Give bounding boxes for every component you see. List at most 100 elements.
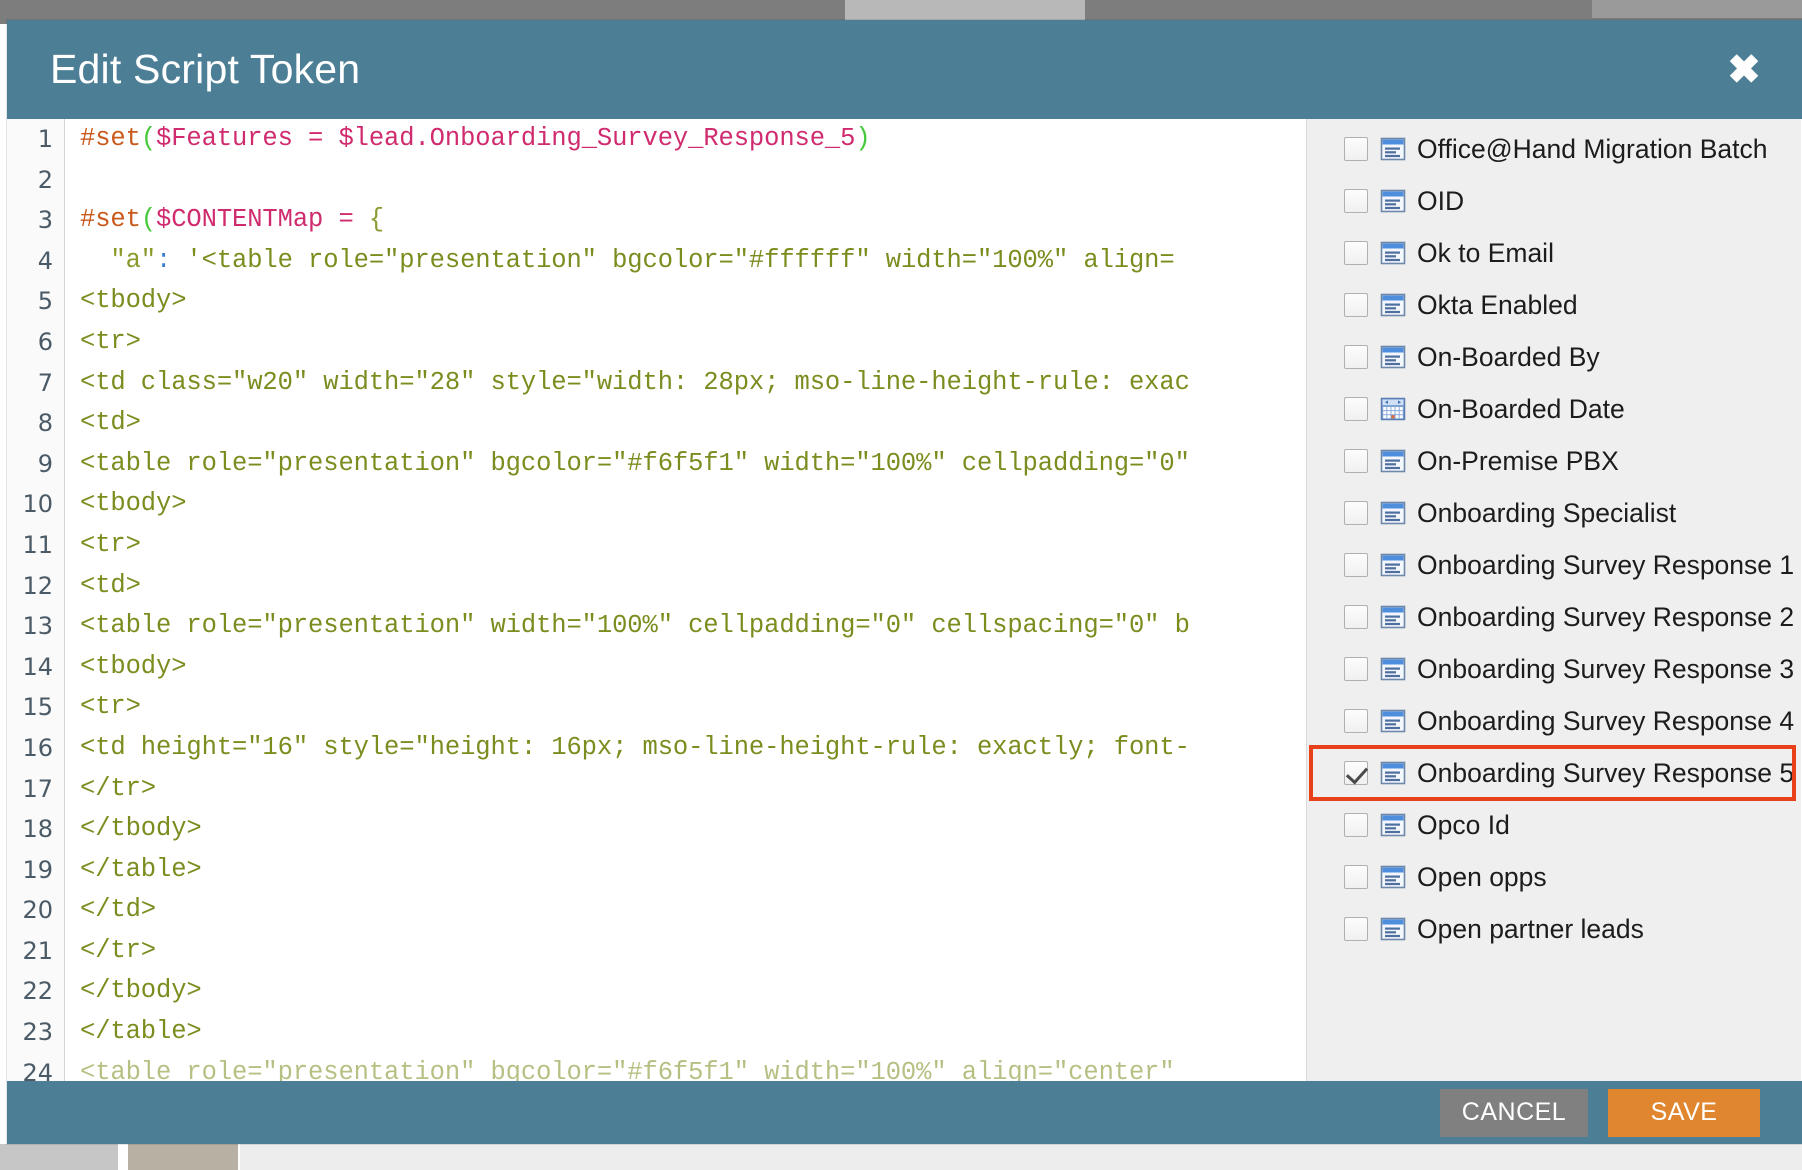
- code-token: $Features: [156, 124, 309, 153]
- code-line[interactable]: </table>: [80, 850, 1306, 891]
- field-label: Opco Id: [1417, 809, 1510, 840]
- code-line[interactable]: "a": '<table role="presentation" bgcolor…: [80, 241, 1306, 282]
- field-label: OID: [1417, 185, 1465, 216]
- field-checkbox[interactable]: [1344, 865, 1368, 889]
- field-list-item[interactable]: On-Premise PBX: [1307, 435, 1801, 487]
- code-token: #set: [80, 205, 141, 235]
- code-line[interactable]: </tbody>: [80, 971, 1306, 1012]
- line-number: 13: [22, 612, 53, 641]
- line-number: 9: [37, 449, 53, 478]
- field-label: On-Boarded Date: [1417, 393, 1625, 424]
- code-line[interactable]: <table role="presentation" bgcolor="#f6f…: [80, 1053, 1306, 1081]
- code-editor-pane[interactable]: 1 2 3 4 5 6 7 8 9 10 11 12 13 14 15 16 17 18 19 20 21 22 23 24 …: [7, 119, 1307, 1081]
- code-line[interactable]: <td>: [80, 566, 1306, 607]
- background-status-chip-two: [128, 1144, 238, 1170]
- line-number: 24: [22, 1058, 53, 1081]
- token-field-list[interactable]: Office@Hand Migration Batch OID Ok to Emai…: [1307, 119, 1801, 955]
- field-list-item[interactable]: Open opps: [1307, 851, 1801, 903]
- field-list-item[interactable]: Opco Id: [1307, 799, 1801, 851]
- field-checkbox[interactable]: [1344, 189, 1368, 213]
- code-token: </table>: [80, 1017, 202, 1047]
- code-line[interactable]: <tr>: [80, 687, 1306, 728]
- code-content[interactable]: #set($Features = $lead.Onboarding_Survey…: [66, 119, 1306, 1081]
- code-token: #set: [80, 124, 141, 153]
- code-token: </tbody>: [80, 976, 202, 1006]
- line-number: 2: [37, 165, 53, 194]
- code-token: <tbody>: [80, 651, 187, 681]
- code-line[interactable]: [80, 160, 1306, 201]
- field-list-item[interactable]: OID: [1307, 175, 1801, 227]
- field-checkbox[interactable]: [1344, 761, 1368, 785]
- field-list-item[interactable]: Ok to Email: [1307, 227, 1801, 279]
- background-status-bar: [0, 1144, 1802, 1170]
- line-number: 3: [37, 206, 53, 235]
- code-line[interactable]: </table>: [80, 1012, 1306, 1053]
- field-list-item[interactable]: Open partner leads: [1307, 903, 1801, 955]
- code-line[interactable]: #set($Features = $lead.Onboarding_Survey…: [80, 119, 1306, 160]
- code-line[interactable]: </tr>: [80, 931, 1306, 972]
- text-field-icon: [1380, 605, 1406, 629]
- field-checkbox[interactable]: [1344, 657, 1368, 681]
- code-line[interactable]: <tbody>: [80, 281, 1306, 322]
- field-checkbox[interactable]: [1344, 709, 1368, 733]
- field-checkbox[interactable]: [1344, 293, 1368, 317]
- field-checkbox[interactable]: [1344, 501, 1368, 525]
- save-button[interactable]: SAVE: [1608, 1088, 1760, 1137]
- line-number: 23: [22, 1018, 53, 1047]
- field-checkbox[interactable]: [1344, 917, 1368, 941]
- code-token: ): [855, 124, 871, 153]
- line-number: 4: [37, 246, 53, 275]
- code-token: <tr>: [80, 529, 141, 559]
- field-list-item[interactable]: Onboarding Specialist: [1307, 487, 1801, 539]
- code-token: </tr>: [80, 935, 157, 965]
- code-token: $CONTENTMap: [156, 205, 339, 235]
- code-token: <table role="presentation" bgcolor="#f6f…: [80, 448, 1190, 478]
- field-list-item[interactable]: Onboarding Survey Response 5: [1309, 745, 1796, 801]
- field-checkbox[interactable]: [1344, 137, 1368, 161]
- field-list-item[interactable]: Okta Enabled: [1307, 279, 1801, 331]
- code-line[interactable]: <tbody>: [80, 647, 1306, 688]
- field-checkbox[interactable]: [1344, 553, 1368, 577]
- close-icon[interactable]: ✖: [1722, 48, 1766, 92]
- code-line[interactable]: <tbody>: [80, 484, 1306, 525]
- dialog-header: Edit Script Token ✖: [7, 20, 1802, 119]
- field-list-item[interactable]: Onboarding Survey Response 3: [1307, 643, 1801, 695]
- code-line[interactable]: <td>: [80, 403, 1306, 444]
- code-line[interactable]: </tbody>: [80, 809, 1306, 850]
- line-number: 8: [37, 409, 53, 438]
- line-number: 15: [22, 693, 53, 722]
- code-token: $lead.Onboarding_Survey_Response_5: [338, 124, 856, 153]
- code-line[interactable]: <table role="presentation" width="100%" …: [80, 606, 1306, 647]
- page-title: Edit Script Token: [50, 46, 361, 92]
- field-list-pane[interactable]: Office@Hand Migration Batch OID Ok to Emai…: [1307, 119, 1801, 1081]
- field-list-item[interactable]: On-Boarded Date: [1307, 383, 1801, 435]
- text-field-icon: [1380, 865, 1406, 889]
- line-number: 14: [22, 652, 53, 681]
- code-line[interactable]: #set($CONTENTMap = {: [80, 200, 1306, 241]
- field-checkbox[interactable]: [1344, 241, 1368, 265]
- cancel-button[interactable]: CANCEL: [1440, 1088, 1588, 1137]
- field-label: Onboarding Survey Response 1: [1417, 549, 1795, 580]
- code-line[interactable]: <tr>: [80, 525, 1306, 566]
- code-line[interactable]: <td class="w20" width="28" style="width:…: [80, 363, 1306, 404]
- line-number: 6: [37, 327, 53, 356]
- field-checkbox[interactable]: [1344, 345, 1368, 369]
- code-line[interactable]: </td>: [80, 890, 1306, 931]
- code-line[interactable]: <tr>: [80, 322, 1306, 363]
- code-token: <table role="presentation" width="100%" …: [80, 611, 1190, 641]
- field-list-item[interactable]: Onboarding Survey Response 2: [1307, 591, 1801, 643]
- field-list-item[interactable]: Onboarding Survey Response 4: [1307, 695, 1801, 747]
- code-line[interactable]: <table role="presentation" bgcolor="#f6f…: [80, 444, 1306, 485]
- code-line[interactable]: </tr>: [80, 769, 1306, 810]
- field-checkbox[interactable]: [1344, 605, 1368, 629]
- code-line[interactable]: <td height="16" style="height: 16px; mso…: [80, 728, 1306, 769]
- text-field-icon: [1380, 293, 1406, 317]
- text-field-icon: [1380, 553, 1406, 577]
- field-list-item[interactable]: Onboarding Survey Response 1: [1307, 539, 1801, 591]
- field-checkbox[interactable]: [1344, 449, 1368, 473]
- field-list-item[interactable]: Office@Hand Migration Batch: [1307, 123, 1801, 175]
- field-checkbox[interactable]: [1344, 397, 1368, 421]
- background-left-edge: [0, 24, 7, 1084]
- field-checkbox[interactable]: [1344, 813, 1368, 837]
- field-list-item[interactable]: On-Boarded By: [1307, 331, 1801, 383]
